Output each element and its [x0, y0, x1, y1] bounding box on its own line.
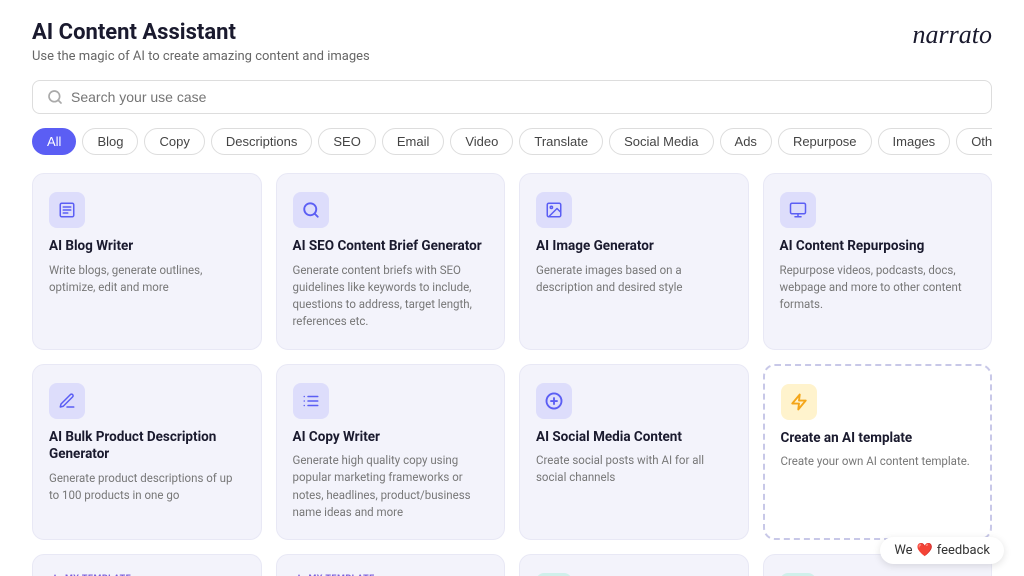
- card-copy-writer[interactable]: AI Copy Writer Generate high quality cop…: [276, 364, 506, 541]
- feedback-label: feedback: [937, 543, 990, 558]
- logo: narrato: [913, 20, 992, 50]
- card-desc: Write blogs, generate outlines, optimize…: [49, 262, 245, 297]
- card-desc: Generate images based on a description a…: [536, 262, 732, 297]
- search-bar: [32, 80, 992, 114]
- card-bulk-product[interactable]: AI Bulk Product Description Generator Ge…: [32, 364, 262, 541]
- page-title: AI Content Assistant: [32, 20, 370, 45]
- card-icon: [780, 192, 816, 228]
- card-title: AI Social Media Content: [536, 429, 732, 447]
- card-royalty-images[interactable]: Royalty free images: [519, 554, 749, 576]
- card-title: Create an AI template: [781, 430, 975, 448]
- card-desc: Repurpose videos, podcasts, docs, webpag…: [780, 262, 976, 314]
- card-desc: Generate content briefs with SEO guideli…: [293, 262, 489, 331]
- tab-descriptions[interactable]: Descriptions: [211, 128, 313, 155]
- tab-other[interactable]: Other: [956, 128, 992, 155]
- tab-all[interactable]: All: [32, 128, 76, 155]
- tab-blog[interactable]: Blog: [82, 128, 138, 155]
- tab-translate[interactable]: Translate: [519, 128, 603, 155]
- card-title: AI Bulk Product Description Generator: [49, 429, 245, 464]
- tab-copy[interactable]: Copy: [144, 128, 204, 155]
- card-icon: [49, 192, 85, 228]
- card-icon: [49, 383, 85, 419]
- card-create-template[interactable]: Create an AI template Create your own AI…: [763, 364, 993, 541]
- card-icon: [536, 192, 572, 228]
- card-title: AI Blog Writer: [49, 238, 245, 256]
- card-seo-brief[interactable]: AI SEO Content Brief Generator Generate …: [276, 173, 506, 350]
- tab-video[interactable]: Video: [450, 128, 513, 155]
- card-desc: Create social posts with AI for all soci…: [536, 452, 732, 487]
- search-input[interactable]: [71, 89, 977, 105]
- card-icon: [536, 383, 572, 419]
- card-icon: [781, 384, 817, 420]
- card-short-linkedin[interactable]: MY TEMPLATE Short post for LinkedIn: [32, 554, 262, 576]
- card-image-generator[interactable]: AI Image Generator Generate images based…: [519, 173, 749, 350]
- card-ai-blog-writer[interactable]: AI Blog Writer Write blogs, generate out…: [32, 173, 262, 350]
- card-title: AI Content Repurposing: [780, 238, 976, 256]
- card-linkedin-url[interactable]: MY TEMPLATE LinkedIn post from URL: [276, 554, 506, 576]
- heart-icon: ❤️: [917, 543, 933, 558]
- card-title: AI Image Generator: [536, 238, 732, 256]
- card-desc: Create your own AI content template.: [781, 453, 975, 470]
- tab-repurpose[interactable]: Repurpose: [778, 128, 872, 155]
- feedback-we: We: [894, 543, 912, 558]
- page-subtitle: Use the magic of AI to create amazing co…: [32, 49, 370, 64]
- tab-social-media[interactable]: Social Media: [609, 128, 713, 155]
- card-icon: [293, 383, 329, 419]
- tab-ads[interactable]: Ads: [720, 128, 772, 155]
- tab-email[interactable]: Email: [382, 128, 445, 155]
- tab-seo[interactable]: SEO: [318, 128, 375, 155]
- card-desc: Generate high quality copy using popular…: [293, 452, 489, 521]
- card-icon: [293, 192, 329, 228]
- cards-grid: AI Blog Writer Write blogs, generate out…: [32, 173, 992, 576]
- card-content-repurposing[interactable]: AI Content Repurposing Repurpose videos,…: [763, 173, 993, 350]
- tab-images[interactable]: Images: [878, 128, 951, 155]
- card-social-media[interactable]: AI Social Media Content Create social po…: [519, 364, 749, 541]
- feedback-bar[interactable]: We ❤️ feedback: [880, 537, 1004, 564]
- filter-tabs: All Blog Copy Descriptions SEO Email Vid…: [32, 128, 992, 155]
- card-title: AI SEO Content Brief Generator: [293, 238, 489, 256]
- search-icon: [47, 89, 63, 105]
- card-desc: Generate product descriptions of up to 1…: [49, 470, 245, 505]
- card-title: AI Copy Writer: [293, 429, 489, 447]
